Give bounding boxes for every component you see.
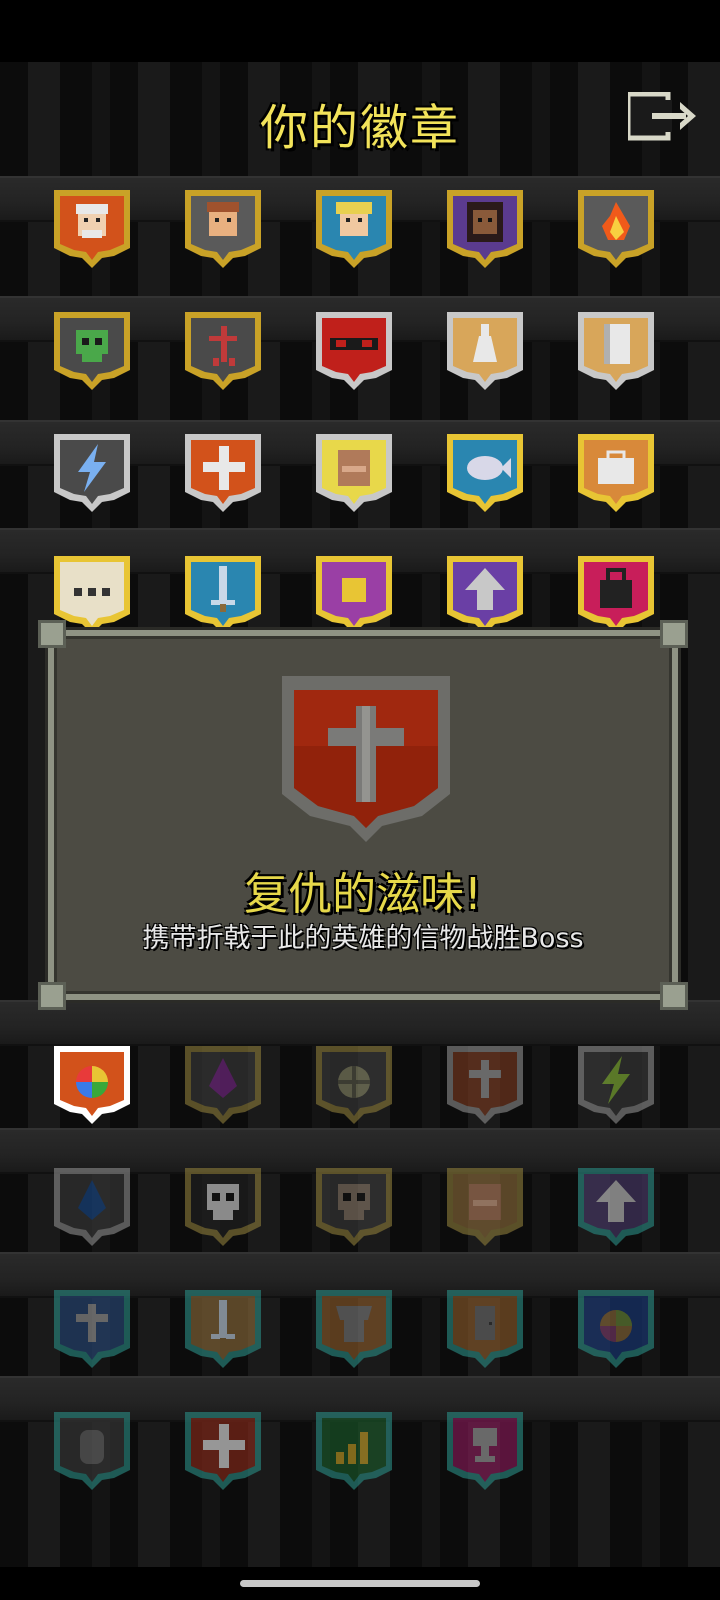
plus-icon xyxy=(185,434,261,512)
badge-book[interactable] xyxy=(312,430,396,514)
badge-rainbow-orb[interactable] xyxy=(50,1042,134,1126)
fish-icon xyxy=(447,434,523,512)
badge-rogue-face[interactable] xyxy=(312,186,396,270)
badge-fish[interactable] xyxy=(443,430,527,514)
home-indicator[interactable] xyxy=(240,1580,480,1587)
popup-corner xyxy=(38,982,66,1010)
badge-sword-dim[interactable] xyxy=(181,1286,265,1370)
stone-band xyxy=(0,1000,720,1046)
skull-brown-icon xyxy=(316,1168,392,1246)
book-icon xyxy=(316,434,392,512)
briefcase-icon xyxy=(578,434,654,512)
badge-armor[interactable] xyxy=(312,1286,396,1370)
badge-scroll[interactable] xyxy=(574,308,658,392)
badge-plus[interactable] xyxy=(181,430,265,514)
popup-corner xyxy=(660,620,688,648)
badge-fire[interactable] xyxy=(574,186,658,270)
badge-arrow-up-dim[interactable] xyxy=(574,1164,658,1248)
coin-icon xyxy=(316,556,392,634)
cross-blue-icon xyxy=(54,1290,130,1368)
popup-corner xyxy=(660,982,688,1010)
badge-cross[interactable] xyxy=(443,1042,527,1126)
potion-icon xyxy=(447,312,523,390)
badge-door[interactable] xyxy=(443,1286,527,1370)
sword-dim-icon xyxy=(185,1290,261,1368)
drop-blue-icon xyxy=(54,1168,130,1246)
mage-face-icon xyxy=(185,190,261,268)
badge-stickman[interactable] xyxy=(181,308,265,392)
badge-huntress-face[interactable] xyxy=(443,186,527,270)
badge-chart[interactable] xyxy=(312,1408,396,1492)
skull-icon xyxy=(185,1168,261,1246)
lightning-icon xyxy=(54,434,130,512)
popup-title: 复仇的滋味! xyxy=(244,869,482,920)
badge-bag[interactable] xyxy=(574,552,658,636)
badge-lightning[interactable] xyxy=(50,430,134,514)
book-dim-icon xyxy=(447,1168,523,1246)
crosshair-icon xyxy=(316,1046,392,1124)
rainbow-orb-icon xyxy=(54,1046,130,1124)
orb-icon xyxy=(578,1290,654,1368)
warrior-face-icon xyxy=(54,190,130,268)
badge-briefcase[interactable] xyxy=(574,430,658,514)
cross-icon xyxy=(447,1046,523,1124)
armor-icon xyxy=(316,1290,392,1368)
trophy-icon xyxy=(447,1412,523,1490)
badge-skull-brown[interactable] xyxy=(312,1164,396,1248)
badge-cross-blue[interactable] xyxy=(50,1286,134,1370)
badge-arrow-up[interactable] xyxy=(443,552,527,636)
badge-drop-blue[interactable] xyxy=(50,1164,134,1248)
badge-crosshair[interactable] xyxy=(312,1042,396,1126)
skull-green-icon xyxy=(54,312,130,390)
huntress-face-icon xyxy=(447,190,523,268)
badge-lightning-green[interactable] xyxy=(574,1042,658,1126)
bag-icon xyxy=(578,556,654,634)
badge-skull[interactable] xyxy=(181,1164,265,1248)
badge-sword[interactable] xyxy=(181,552,265,636)
stickman-icon xyxy=(185,312,261,390)
drop-purple-icon xyxy=(185,1046,261,1124)
door-icon xyxy=(447,1290,523,1368)
badge-tombstone[interactable] xyxy=(50,1408,134,1492)
exit-arrow-icon xyxy=(625,91,696,141)
chart-icon xyxy=(316,1412,392,1490)
badge-potion[interactable] xyxy=(443,308,527,392)
tombstone-icon xyxy=(54,1412,130,1490)
page-title: 你的徽章 xyxy=(259,100,460,156)
badge-warrior-face[interactable] xyxy=(50,186,134,270)
plus-dim-icon xyxy=(185,1412,261,1490)
popup-description: 携带折戟于此的英雄的信物战胜Boss xyxy=(142,923,584,954)
exit-button[interactable] xyxy=(625,91,704,142)
arrow-up-dim-icon xyxy=(578,1168,654,1246)
sword-icon xyxy=(185,556,261,634)
mask-icon xyxy=(316,312,392,390)
badge-book-dim[interactable] xyxy=(443,1164,527,1248)
badge-plus-dim[interactable] xyxy=(181,1408,265,1492)
popup-corner xyxy=(38,620,66,648)
badge-mage-face[interactable] xyxy=(181,186,265,270)
cross-shield-icon xyxy=(282,676,450,844)
badge-trophy[interactable] xyxy=(443,1408,527,1492)
badge-coin[interactable] xyxy=(312,552,396,636)
badge-drop-purple[interactable] xyxy=(181,1042,265,1126)
arrow-up-icon xyxy=(447,556,523,634)
badge-skull-green[interactable] xyxy=(50,308,134,392)
fire-icon xyxy=(578,190,654,268)
badge-orb[interactable] xyxy=(574,1286,658,1370)
scroll-icon xyxy=(578,312,654,390)
lightning-green-icon xyxy=(578,1046,654,1124)
rogue-face-icon xyxy=(316,190,392,268)
badge-mask[interactable] xyxy=(312,308,396,392)
badge-info-popup[interactable]: 复仇的滋味! 携带折戟于此的英雄的信物战胜Boss xyxy=(38,620,688,1010)
